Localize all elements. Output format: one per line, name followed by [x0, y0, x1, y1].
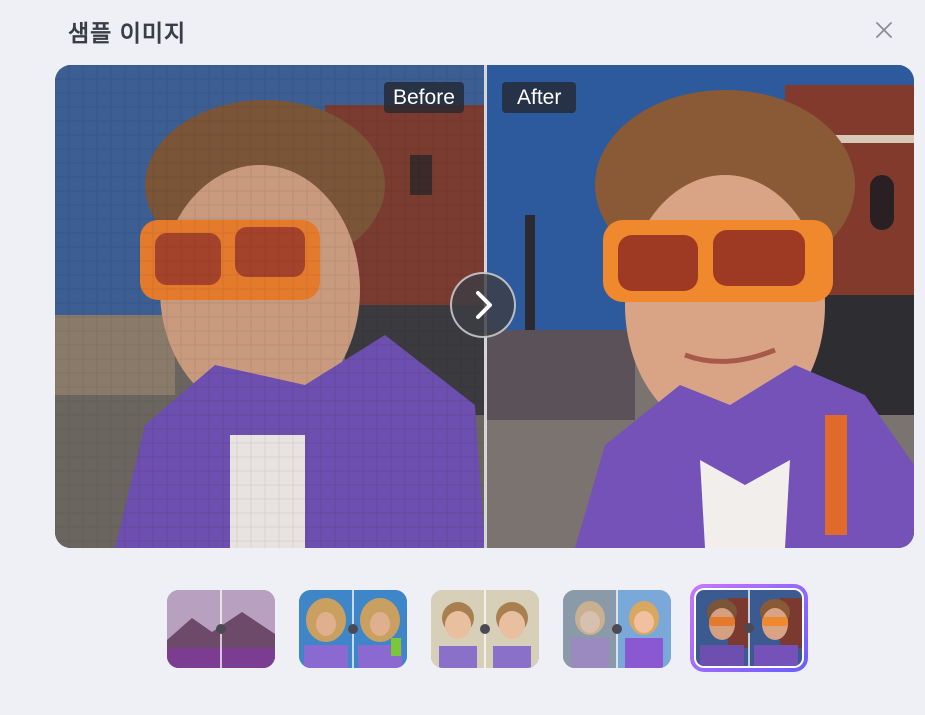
thumb-landscape-lavender	[167, 590, 275, 668]
dialog-title: 샘플 이미지	[68, 20, 187, 46]
compare-slider-handle[interactable]	[450, 272, 516, 338]
thumb-man-orange-sunglasses	[696, 590, 802, 666]
thumb-woman-curly-hair	[299, 590, 407, 668]
close-button[interactable]	[872, 18, 896, 42]
thumb-girl-purple-jacket	[563, 590, 671, 668]
comparison-image: Before After	[55, 65, 914, 548]
after-image	[485, 65, 914, 548]
before-label: Before	[384, 82, 464, 113]
chevron-right-icon	[476, 291, 492, 319]
thumbnail-item[interactable]	[299, 590, 407, 668]
thumbnail-item-selected[interactable]	[690, 584, 808, 672]
thumbnail-item[interactable]	[431, 590, 539, 668]
thumbnail-item[interactable]	[167, 590, 275, 668]
thumbnail-item[interactable]	[563, 590, 671, 668]
close-icon	[876, 22, 892, 38]
thumb-child-portrait	[431, 590, 539, 668]
after-label: After	[502, 82, 577, 113]
before-image	[55, 65, 485, 548]
